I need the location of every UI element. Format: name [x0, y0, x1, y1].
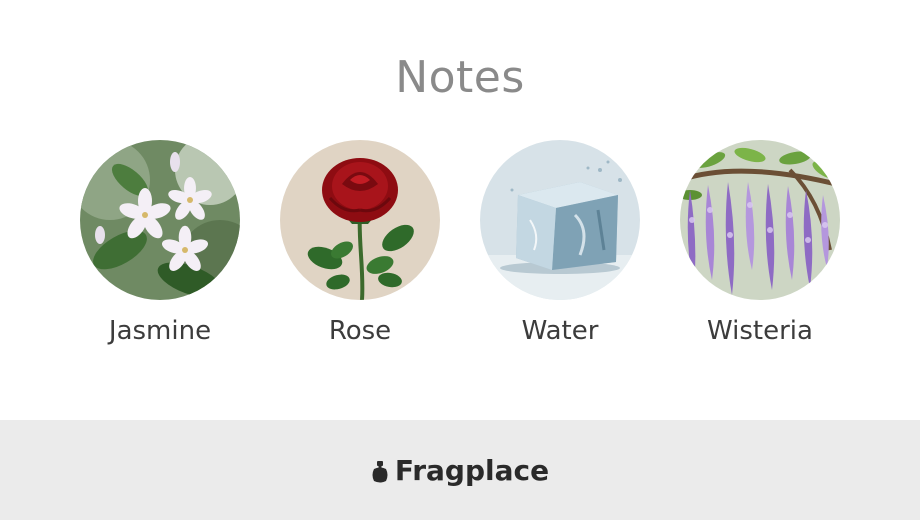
water-image[interactable] [480, 140, 640, 300]
brand-logo[interactable]: Fragplace [0, 454, 920, 490]
note-jasmine[interactable]: Jasmine [60, 140, 260, 360]
note-label: Water [521, 316, 599, 346]
rose-image[interactable] [280, 140, 440, 300]
footer: Fragplace [0, 420, 920, 520]
wisteria-image[interactable] [680, 140, 840, 300]
note-water[interactable]: Water [460, 140, 660, 360]
section-title: Notes [395, 52, 525, 103]
perfume-bottle-icon [371, 457, 389, 490]
brand-name: Fragplace [394, 454, 550, 487]
notes-section: Notes Jasmine Rose Water Wisteria [0, 0, 920, 420]
note-rose[interactable]: Rose [260, 140, 460, 360]
note-wisteria[interactable]: Wisteria [660, 140, 860, 360]
notes-list: Jasmine Rose Water Wisteria [0, 140, 920, 360]
note-label: Jasmine [108, 316, 212, 346]
jasmine-image[interactable] [80, 140, 240, 300]
note-label: Rose [328, 316, 392, 346]
note-label: Wisteria [707, 316, 813, 346]
